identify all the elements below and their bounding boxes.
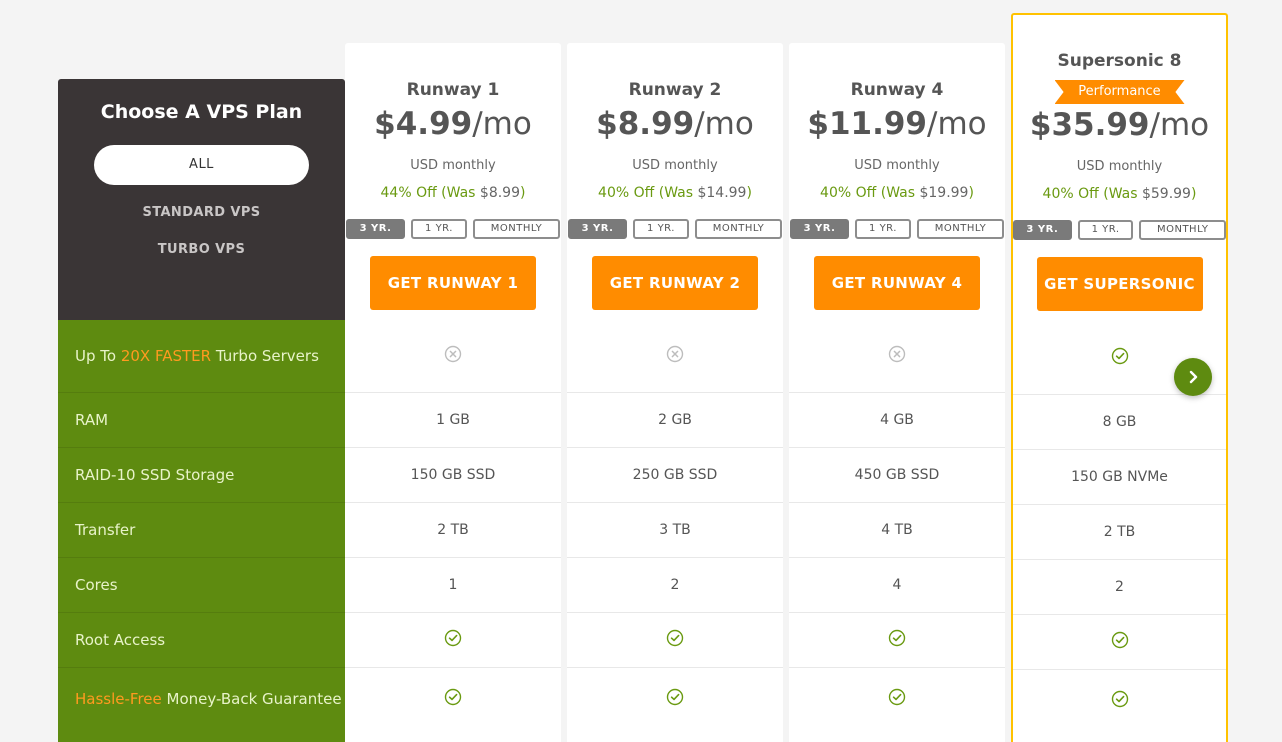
feature-label-turbo: Up To 20X FASTER Turbo Servers: [58, 320, 345, 393]
plan-price: $11.99/mo: [807, 106, 987, 142]
check-circle-icon: [1111, 690, 1129, 712]
plan-chooser-panel: Choose A VPS Plan ALL STANDARD VPS TURBO…: [58, 79, 345, 320]
check-circle-icon: [888, 688, 906, 710]
cell-turbo: [567, 320, 783, 393]
cell-turbo: [345, 320, 561, 393]
term-monthly-button[interactable]: MONTHLY: [1139, 220, 1226, 240]
term-monthly-button[interactable]: MONTHLY: [473, 219, 560, 239]
plan-name: Runway 2: [628, 80, 722, 100]
plan-price: $35.99/mo: [1029, 107, 1210, 143]
plan-price: $8.99/mo: [596, 106, 754, 142]
cell-ram: 1 GB: [345, 393, 561, 448]
cell-transfer: 2 TB: [345, 503, 561, 558]
plan-billing-currency: USD monthly: [1076, 159, 1163, 174]
cell-storage: 150 GB NVMe: [1013, 450, 1226, 505]
term-3yr-button[interactable]: 3 YR.: [346, 219, 405, 239]
cell-cores: 2: [567, 558, 783, 613]
term-3yr-button[interactable]: 3 YR.: [790, 219, 849, 239]
cell-money-back: [345, 668, 561, 742]
x-circle-icon: [666, 345, 684, 367]
cell-storage: 150 GB SSD: [345, 448, 561, 503]
cell-turbo: [789, 320, 1005, 393]
x-circle-icon: [444, 345, 462, 367]
feature-label-cores: Cores: [58, 558, 345, 613]
feature-label-storage: RAID-10 SSD Storage: [58, 448, 345, 503]
plan-name: Supersonic 8: [1057, 51, 1182, 71]
term-selector: 3 YR. 1 YR. MONTHLY: [789, 219, 1005, 239]
get-plan-button[interactable]: GET SUPERSONIC 8: [1036, 257, 1203, 347]
x-circle-icon: [888, 345, 906, 367]
plan-column-2: Runway 2 $8.99/mo USD monthly 40% Off (W…: [567, 43, 783, 742]
chevron-right-icon: [1189, 370, 1198, 384]
term-1yr-button[interactable]: 1 YR.: [1077, 220, 1134, 240]
next-plans-button[interactable]: [1174, 358, 1212, 396]
cell-root-access: [1013, 615, 1226, 670]
cell-cores: 2: [1013, 560, 1226, 615]
performance-badge: Performance: [1054, 80, 1185, 104]
term-1yr-button[interactable]: 1 YR.: [633, 219, 689, 239]
cell-ram: 8 GB: [1013, 395, 1226, 450]
plan-discount: 40% Off (Was $14.99): [598, 185, 752, 201]
plan-name: Runway 4: [850, 80, 944, 100]
check-circle-icon: [888, 629, 906, 651]
cell-root-access: [789, 613, 1005, 668]
get-plan-button[interactable]: GET RUNWAY 4: [814, 256, 980, 310]
check-circle-icon: [666, 629, 684, 651]
feature-label-root-access: Root Access: [58, 613, 345, 668]
plan-name: Runway 1: [406, 80, 500, 100]
cell-cores: 4: [789, 558, 1005, 613]
term-3yr-button[interactable]: 3 YR.: [568, 219, 627, 239]
term-selector: 3 YR. 1 YR. MONTHLY: [345, 219, 561, 239]
plan-price: $4.99/mo: [374, 106, 532, 142]
feature-labels: Up To 20X FASTER Turbo Servers RAM RAID-…: [58, 320, 345, 742]
term-3yr-button[interactable]: 3 YR.: [1013, 220, 1072, 240]
plan-discount: 40% Off (Was $19.99): [820, 185, 974, 201]
cell-ram: 4 GB: [789, 393, 1005, 448]
plan-billing-currency: USD monthly: [410, 158, 496, 173]
plan-billing-currency: USD monthly: [632, 158, 718, 173]
plan-billing-currency: USD monthly: [854, 158, 940, 173]
check-circle-icon: [1111, 631, 1129, 653]
cell-money-back: [567, 668, 783, 742]
cell-ram: 2 GB: [567, 393, 783, 448]
plan-column-1: Runway 1 $4.99/mo USD monthly 44% Off (W…: [345, 43, 561, 742]
cell-money-back: [789, 668, 1005, 742]
cell-cores: 1: [345, 558, 561, 613]
plan-column-3: Runway 4 $11.99/mo USD monthly 40% Off (…: [789, 43, 1005, 742]
term-1yr-button[interactable]: 1 YR.: [855, 219, 911, 239]
filter-turbo-vps[interactable]: TURBO VPS: [58, 242, 345, 257]
get-plan-button[interactable]: GET RUNWAY 2: [592, 256, 758, 310]
cell-transfer: 4 TB: [789, 503, 1005, 558]
get-plan-button[interactable]: GET RUNWAY 1: [370, 256, 536, 310]
feature-label-transfer: Transfer: [58, 503, 345, 558]
check-circle-icon: [444, 629, 462, 651]
term-monthly-button[interactable]: MONTHLY: [695, 219, 782, 239]
cell-storage: 250 GB SSD: [567, 448, 783, 503]
cell-money-back: [1013, 670, 1226, 742]
cell-root-access: [345, 613, 561, 668]
cell-storage: 450 GB SSD: [789, 448, 1005, 503]
check-circle-icon: [444, 688, 462, 710]
term-selector: 3 YR. 1 YR. MONTHLY: [567, 219, 783, 239]
feature-label-ram: RAM: [58, 393, 345, 448]
feature-label-money-back: Hassle-Free Money-Back Guarantee: [75, 690, 342, 708]
cell-transfer: 3 TB: [567, 503, 783, 558]
term-monthly-button[interactable]: MONTHLY: [917, 219, 1004, 239]
cell-root-access: [567, 613, 783, 668]
filter-all-button[interactable]: ALL: [94, 145, 309, 185]
term-1yr-button[interactable]: 1 YR.: [411, 219, 467, 239]
term-selector: 3 YR. 1 YR. MONTHLY: [1013, 220, 1226, 240]
plan-discount: 44% Off (Was $8.99): [380, 185, 526, 201]
check-circle-icon: [1111, 347, 1129, 369]
chooser-title: Choose A VPS Plan: [100, 101, 303, 123]
filter-standard-vps[interactable]: STANDARD VPS: [58, 205, 345, 220]
cell-transfer: 2 TB: [1013, 505, 1226, 560]
plan-discount: 40% Off (Was $59.99): [1042, 186, 1197, 202]
check-circle-icon: [666, 688, 684, 710]
